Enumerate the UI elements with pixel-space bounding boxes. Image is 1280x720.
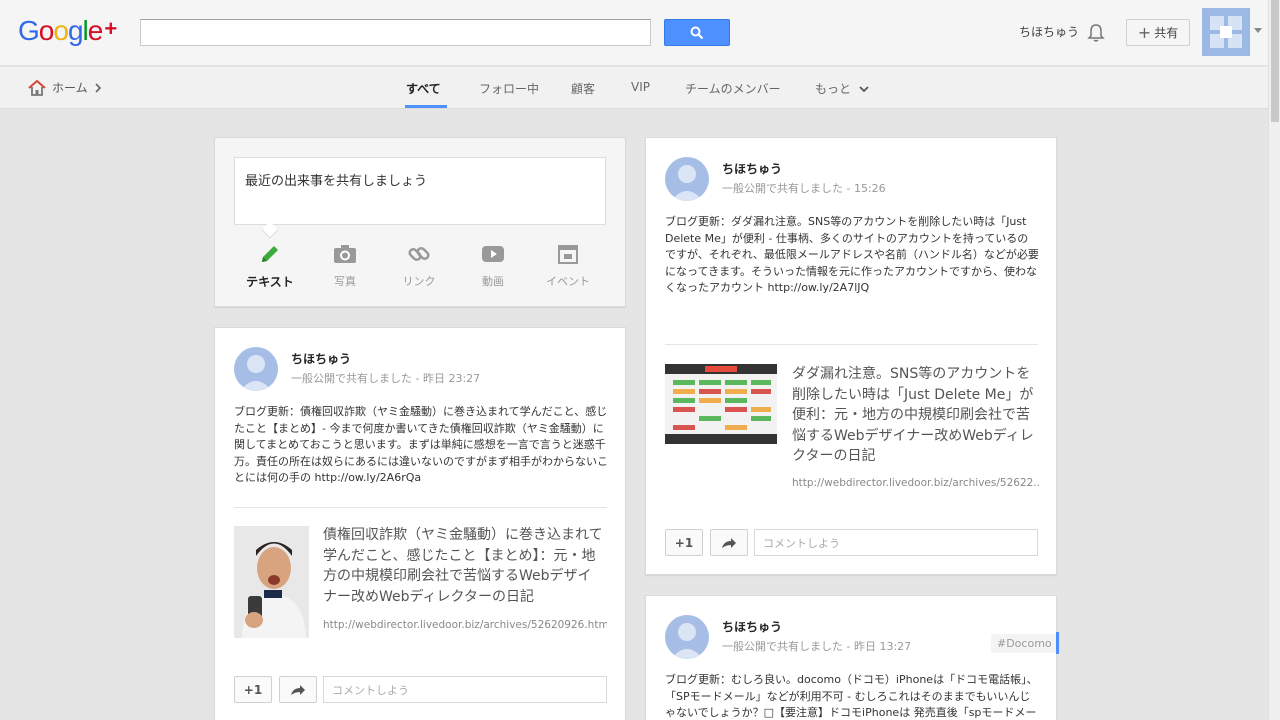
share-photo-label: 写真 (334, 275, 356, 288)
share-input[interactable]: 最近の出来事を共有しましょう (234, 157, 606, 225)
video-icon (482, 246, 504, 262)
post-meta: 一般公開で共有しました - 昨日 23:27 (291, 372, 481, 385)
default-avatar-icon (240, 355, 272, 391)
plus-one-button[interactable]: +1 (234, 676, 272, 703)
reshare-button[interactable] (710, 529, 748, 556)
account-avatar[interactable] (1202, 8, 1250, 56)
divider (665, 344, 1038, 345)
logo-letter: G (18, 15, 40, 46)
link-thumbnail[interactable] (665, 364, 777, 444)
tab-vip[interactable]: VIP (631, 80, 650, 94)
top-bar: Google+ ちほちゅう + 共有 (0, 0, 1280, 66)
comment-input[interactable]: コメントしよう (323, 676, 607, 703)
share-video-option[interactable]: 動画 (458, 239, 528, 289)
chevron-right-icon (95, 82, 101, 93)
comment-input[interactable]: コメントしよう (754, 529, 1038, 556)
share-link-option[interactable]: リンク (384, 239, 454, 289)
username-link[interactable]: ちほちゅう (1019, 23, 1079, 40)
share-video-label: 動画 (482, 275, 504, 288)
page-scrollbar[interactable] (1268, 0, 1280, 720)
link-title[interactable]: 債権回収詐欺（ヤミ金騒動）に巻き込まれて学んだこと、感じたこと【まとめ】：元・地… (323, 525, 605, 607)
tab-customers[interactable]: 顧客 (571, 80, 595, 97)
link-thumbnail-image (665, 364, 777, 444)
divider (234, 507, 607, 508)
share-arrow-icon (722, 537, 736, 548)
post-card: ちほちゅう 一般公開で共有しました - 15:26 ブログ更新：ダダ漏れ注意。S… (645, 137, 1057, 575)
avatar[interactable] (234, 347, 278, 391)
plus-icon: + (1137, 23, 1152, 42)
post-meta: 一般公開で共有しました - 15:26 (722, 182, 886, 195)
post-author[interactable]: ちほちゅう (722, 160, 782, 177)
tab-more[interactable]: もっと (815, 80, 869, 97)
search-input[interactable] (140, 19, 651, 46)
logo-plus: + (104, 16, 117, 41)
link-thumbnail[interactable] (234, 526, 309, 638)
home-label: ホーム (52, 81, 88, 95)
post-author[interactable]: ちほちゅう (291, 350, 351, 367)
post-body: ブログ更新：ダダ漏れ注意。SNS等のアカウントを削除したい時は「Just Del… (665, 215, 1039, 294)
post-card: ちほちゅう 一般公開で共有しました - 昨日 13:27 #Docomo ブログ… (645, 595, 1059, 720)
chevron-down-icon (859, 86, 869, 93)
link-url[interactable]: http://webdirector.livedoor.biz/archives… (323, 619, 607, 631)
share-text-label: テキスト (246, 275, 294, 289)
link-url[interactable]: http://webdirector.livedoor.biz/archives… (792, 477, 1040, 489)
active-tab-indicator (405, 105, 447, 108)
tab-more-label: もっと (815, 82, 852, 96)
search-icon (690, 26, 704, 39)
link-icon (408, 246, 430, 262)
stream-nav: ホーム すべて フォロー中 顧客 VIP チームのメンバー もっと (0, 67, 1268, 109)
plus-one-button[interactable]: +1 (665, 529, 703, 556)
share-event-label: イベント (546, 275, 590, 288)
camera-icon (334, 245, 356, 263)
post-author[interactable]: ちほちゅう (722, 618, 782, 635)
share-photo-option[interactable]: 写真 (310, 239, 380, 289)
link-thumbnail-image (234, 526, 309, 638)
avatar[interactable] (665, 157, 709, 201)
logo-letter: o (53, 15, 69, 46)
post-meta: 一般公開で共有しました - 昨日 13:27 (722, 640, 912, 653)
home-icon (28, 79, 46, 96)
chevron-down-icon[interactable] (1254, 28, 1262, 33)
hashtag-badge[interactable]: #Docomo (991, 634, 1058, 653)
share-button[interactable]: + 共有 (1126, 19, 1190, 46)
share-link-label: リンク (402, 275, 436, 288)
share-arrow-icon (291, 684, 305, 695)
post-card: ちほちゅう 一般公開で共有しました - 昨日 23:27 ブログ更新：債権回収詐… (214, 327, 626, 720)
default-avatar-icon (671, 623, 703, 659)
avatar-icon (1206, 12, 1246, 52)
notification-bell-icon[interactable] (1087, 23, 1105, 43)
logo-letter: g (67, 15, 84, 46)
hashtag-accent-bar (1056, 632, 1059, 654)
logo-letter: e (87, 15, 104, 46)
search-button[interactable] (664, 19, 730, 46)
avatar[interactable] (665, 615, 709, 659)
home-breadcrumb[interactable]: ホーム (28, 79, 102, 96)
tab-following[interactable]: フォロー中 (479, 80, 539, 97)
tab-all[interactable]: すべて (406, 80, 441, 97)
reshare-button[interactable] (279, 676, 317, 703)
google-plus-logo[interactable]: Google+ (18, 14, 117, 48)
share-button-label: 共有 (1154, 26, 1179, 40)
tab-team-members[interactable]: チームのメンバー (685, 80, 781, 97)
pencil-icon (262, 246, 278, 262)
calendar-icon (558, 245, 578, 264)
share-event-option[interactable]: イベント (533, 239, 603, 289)
link-title[interactable]: ダダ漏れ注意。SNS等のアカウントを削除したい時は「Just Delete Me… (792, 364, 1040, 467)
share-box-card: 最近の出来事を共有しましょう テキスト 写真 リンク 動画 イベント (214, 137, 626, 307)
post-body: ブログ更新：債権回収詐欺（ヤミ金騒動）に巻き込まれて学んだこと、感じたこと【まと… (234, 405, 608, 484)
scrollbar-thumb[interactable] (1271, 0, 1279, 122)
share-text-option[interactable]: テキスト (235, 239, 305, 290)
logo-letter: o (38, 15, 55, 46)
post-body: ブログ更新：むしろ良い。docomo（ドコモ）iPhoneは「ドコモ電話帳」、「… (665, 673, 1038, 719)
default-avatar-icon (671, 165, 703, 201)
